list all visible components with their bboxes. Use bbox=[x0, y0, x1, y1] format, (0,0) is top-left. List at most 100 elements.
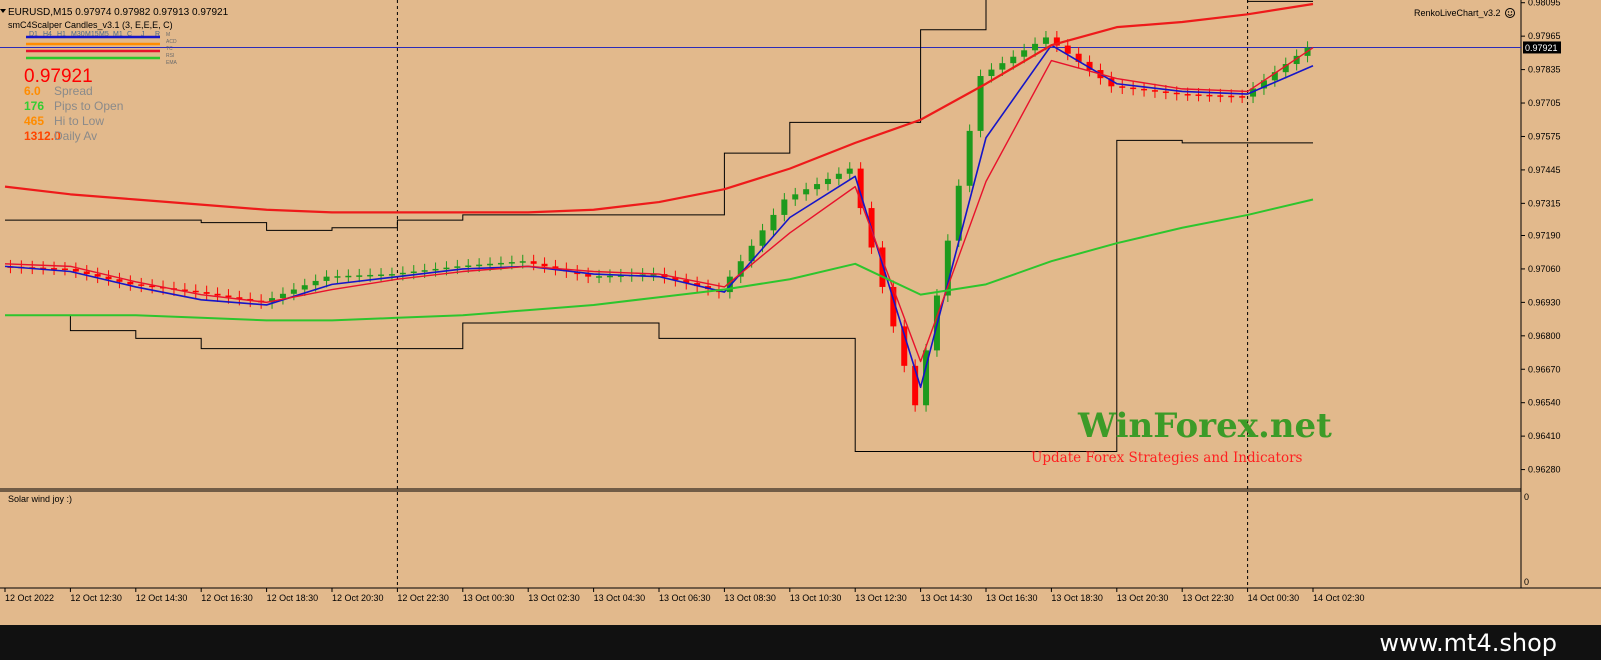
candle-body bbox=[410, 271, 417, 274]
candle-body bbox=[1173, 92, 1180, 95]
candle-body bbox=[1010, 56, 1017, 64]
candle-body bbox=[835, 173, 842, 179]
candle-body bbox=[367, 274, 374, 277]
candle-body bbox=[999, 63, 1006, 70]
candle-body bbox=[192, 290, 199, 293]
time-tick-label: 13 Oct 04:30 bbox=[594, 593, 646, 603]
candle-body bbox=[1217, 95, 1224, 97]
candle-body bbox=[1206, 94, 1213, 97]
subwindow-label: Solar wind joy :) bbox=[8, 494, 72, 504]
candle-body bbox=[814, 184, 821, 190]
time-tick-label: 12 Oct 2022 bbox=[5, 593, 54, 603]
candle-body bbox=[803, 189, 810, 195]
time-tick-label: 13 Oct 22:30 bbox=[1182, 593, 1234, 603]
ind-label: M bbox=[166, 32, 170, 38]
info-label: Pips to Open bbox=[54, 99, 123, 113]
footer-bar: www.mt4.shop bbox=[0, 625, 1601, 660]
candle-body bbox=[541, 263, 548, 267]
price-tick-label: 0.96930 bbox=[1528, 297, 1561, 307]
time-tick-label: 13 Oct 12:30 bbox=[855, 593, 907, 603]
candle-body bbox=[345, 275, 352, 278]
ind-label: RSI bbox=[166, 53, 174, 59]
price-tick-label: 0.97835 bbox=[1528, 65, 1561, 75]
time-tick-label: 13 Oct 10:30 bbox=[790, 593, 842, 603]
price-tick-label: 0.97705 bbox=[1528, 98, 1561, 108]
candle-body bbox=[487, 263, 494, 266]
candle-body bbox=[497, 262, 504, 265]
price-tick-label: 0.97445 bbox=[1528, 165, 1561, 175]
time-tick-label: 14 Oct 00:30 bbox=[1248, 593, 1300, 603]
subwindow-scale-top: 0 bbox=[1524, 492, 1529, 502]
price-tick-label: 0.96670 bbox=[1528, 364, 1561, 374]
price-tick-label: 0.97315 bbox=[1528, 198, 1561, 208]
time-tick-label: 13 Oct 18:30 bbox=[1051, 593, 1103, 603]
subwindow-scale-bottom: 0 bbox=[1524, 577, 1529, 587]
price-tick-label: 0.97965 bbox=[1528, 31, 1561, 41]
candle-body bbox=[1021, 50, 1028, 57]
candle-body bbox=[72, 268, 79, 272]
renko-label: RenkoLiveChart_v3.2 bbox=[1414, 8, 1501, 18]
candle-body bbox=[519, 261, 526, 263]
candle-body bbox=[454, 266, 461, 268]
time-tick-label: 13 Oct 06:30 bbox=[659, 593, 711, 603]
time-tick-label: 13 Oct 00:30 bbox=[463, 593, 515, 603]
price-tick-label: 0.97575 bbox=[1528, 131, 1561, 141]
info-value: 465 bbox=[24, 114, 44, 128]
candle-body bbox=[1195, 94, 1202, 96]
candle-body bbox=[759, 230, 766, 246]
candle-body bbox=[356, 275, 363, 277]
candle-body bbox=[1151, 90, 1158, 92]
info-label: Daily Av bbox=[54, 129, 97, 143]
candle-body bbox=[508, 262, 515, 264]
price-tick-label: 0.97190 bbox=[1528, 230, 1561, 240]
price-tick-label: 0.96540 bbox=[1528, 398, 1561, 408]
candle-body bbox=[465, 265, 472, 268]
candle-body bbox=[1042, 37, 1049, 44]
time-tick-label: 12 Oct 14:30 bbox=[136, 593, 188, 603]
time-tick-label: 12 Oct 22:30 bbox=[397, 593, 449, 603]
time-tick-label: 12 Oct 12:30 bbox=[70, 593, 122, 603]
candle-body bbox=[279, 293, 286, 299]
candle-body bbox=[781, 199, 788, 215]
candle-body bbox=[770, 214, 777, 231]
candle-body bbox=[432, 268, 439, 271]
candle-body bbox=[61, 268, 68, 271]
candle-body bbox=[1032, 43, 1039, 51]
price-tick-label: 0.96280 bbox=[1528, 465, 1561, 475]
info-label: Spread bbox=[54, 84, 93, 98]
candle-body bbox=[1184, 94, 1191, 96]
watermark-title: WinForex.net bbox=[1077, 406, 1332, 446]
time-tick-label: 13 Oct 14:30 bbox=[921, 593, 973, 603]
candle-body bbox=[94, 274, 101, 277]
candle-body bbox=[530, 261, 537, 264]
ind-label: ACD bbox=[166, 39, 177, 45]
footer-watermark: www.mt4.shop bbox=[1379, 629, 1557, 657]
candle-body bbox=[138, 284, 145, 286]
candle-body bbox=[792, 194, 799, 200]
candle-body bbox=[846, 168, 853, 174]
time-tick-label: 13 Oct 20:30 bbox=[1117, 593, 1169, 603]
info-value: 176 bbox=[24, 99, 44, 113]
watermark-subtitle: Update Forex Strategies and Indicators bbox=[1031, 450, 1303, 466]
price-tick-label: 0.96410 bbox=[1528, 431, 1561, 441]
candle-body bbox=[988, 69, 995, 77]
time-tick-label: 12 Oct 20:30 bbox=[332, 593, 384, 603]
current-price-label: 0.97921 bbox=[1525, 43, 1558, 53]
candle-body bbox=[312, 280, 319, 286]
candle-body bbox=[334, 276, 341, 278]
price-tick-label: 0.96800 bbox=[1528, 331, 1561, 341]
candle-body bbox=[1064, 45, 1071, 54]
candle-body bbox=[1141, 88, 1148, 91]
price-chart[interactable]: 0.98095 0.97965 0.97835 0.97705 0.97575 0.974… bbox=[0, 0, 1601, 625]
price-tick-label: 0.97060 bbox=[1528, 264, 1561, 274]
candle-body bbox=[83, 271, 90, 275]
candle-body bbox=[421, 270, 428, 272]
time-tick-label: 13 Oct 08:30 bbox=[724, 593, 776, 603]
candle-body bbox=[443, 267, 450, 270]
candle-body bbox=[378, 274, 385, 277]
candle-body bbox=[214, 293, 221, 296]
candle-body bbox=[977, 76, 984, 131]
ind-label: TC bbox=[166, 46, 173, 52]
candle-body bbox=[323, 276, 330, 281]
time-tick-label: 13 Oct 16:30 bbox=[986, 593, 1038, 603]
